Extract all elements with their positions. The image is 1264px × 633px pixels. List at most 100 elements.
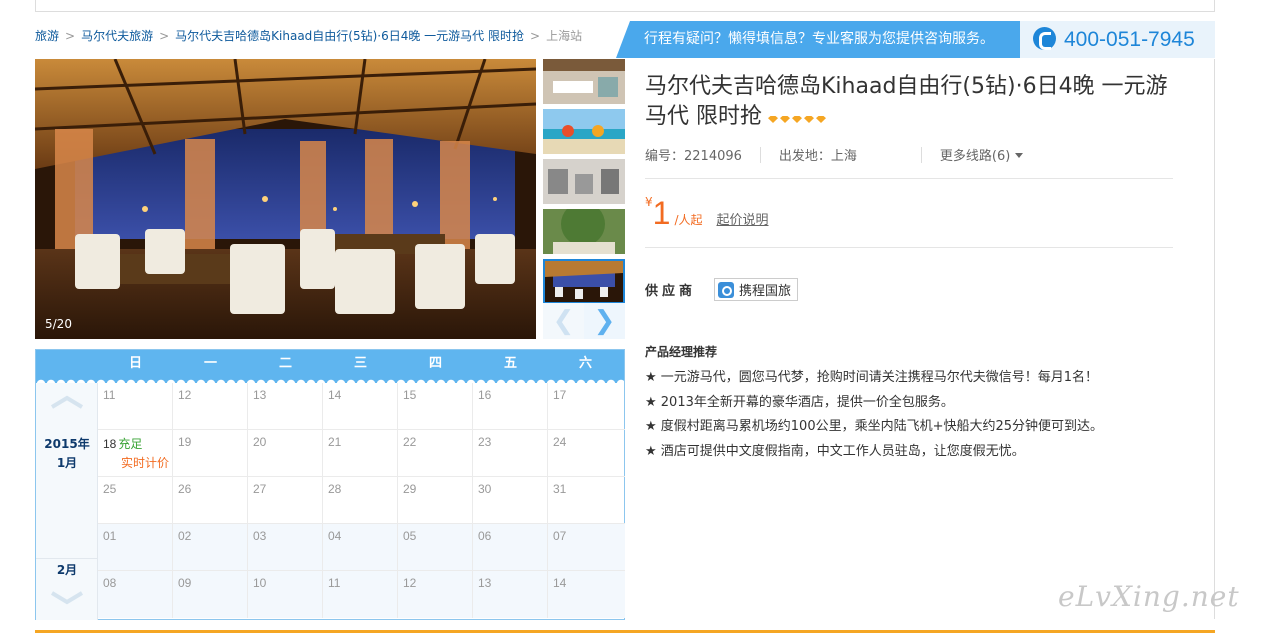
price-unit: /人起 [674,213,703,227]
calendar-grid: 11 12 13 14 15 16 17 18 充足 实时计价 19 20 21 2… [98,383,625,618]
price-block: ¥1/人起 起价说明 [645,195,769,231]
departure-city: 出发地：上海 [778,149,857,164]
calendar-day: 25 [98,477,173,523]
recommend-item: ★ 一元游马代，圆您马代梦，抢购时间请关注携程马尔代夫微信号！每月1名！ [645,370,1099,385]
breadcrumb-travel[interactable]: 旅游 [35,29,59,43]
calendar-day: 03 [248,524,323,570]
month-label-jan: 2015年 1月 [44,437,90,470]
thumbnail-3[interactable] [543,159,625,204]
calendar-day: 04 [323,524,398,570]
thumbnail-strip [543,59,625,309]
room-thumbnail [543,59,625,104]
calendar-day: 21 [323,430,398,476]
calendar-day: 17 [553,388,567,402]
more-routes-dropdown[interactable]: 更多线路(6) [940,145,1024,164]
calendar-day: 01 [98,524,173,570]
service-phone: 400-051-7945 [1020,21,1215,58]
thumbnail-5[interactable] [543,259,625,304]
recommend-item: ★ 度假村距离马累机场约100公里，乘坐内陆飞机+快船大约25分钟便可到达。 [645,419,1104,434]
availability-status: 充足 [118,437,143,451]
calendar-day: 08 [98,571,173,618]
garden-thumbnail [543,209,625,254]
currency-symbol: ¥ [645,195,653,209]
price-value: 1 [652,195,671,231]
breadcrumb-separator: > [159,29,170,43]
thumbnail-1[interactable] [543,59,625,104]
beach-thumbnail [543,109,625,154]
calendar-day: 05 [398,524,473,570]
calendar-week: 25 26 27 28 29 30 31 [98,477,625,524]
main-photo[interactable]: 5/20 [35,59,536,339]
diamond-rating-icon [768,102,828,132]
calendar-day: 31 [553,482,567,496]
photo-counter: 5/20 [45,317,72,331]
calendar-week: 01 02 03 04 05 06 07 [98,524,625,571]
product-code: 编号：2214096 [645,149,742,164]
calendar-day: 27 [248,477,323,523]
chevron-left-icon[interactable]: ❮ [543,303,584,339]
chevron-right-icon[interactable]: ❯ [584,303,625,339]
breadcrumb-current: 上海站 [546,29,583,43]
top-frame [35,0,1215,12]
breadcrumb-product[interactable]: 马尔代夫吉哈德岛Kihaad自由行(5钻)·6日4晚 一元游马代 限时抢 [175,29,524,43]
calendar-day: 22 [398,430,473,476]
calendar-day: 12 [398,571,473,618]
calendar-day: 06 [473,524,548,570]
calendar-day: 26 [173,477,248,523]
departure-calendar: 日 一 二 三 四 五 六 2015年 1月 2月 11 12 13 14 15 … [35,349,625,620]
divider [645,178,1173,179]
recommend-item: ★ 2013年全新开幕的豪华酒店，提供一价全包服务。 [645,394,954,410]
calendar-day: 09 [173,571,248,618]
calendar-week: 11 12 13 14 15 16 17 [98,383,625,430]
realtime-price-label: 实时计价 [121,456,170,470]
calendar-day: 14 [323,383,398,429]
thumbnail-4[interactable] [543,209,625,254]
calendar-day: 13 [248,383,323,429]
restaurant-photo [35,59,536,339]
watermark: eLvXing.net [1058,580,1240,613]
calendar-day: 10 [248,571,323,618]
breadcrumb: 旅游 > 马尔代夫旅游 > 马尔代夫吉哈德岛Kihaad自由行(5钻)·6日4晚 一元游… [35,27,582,44]
calendar-day: 19 [173,430,248,476]
calendar-day: 07 [553,529,567,543]
calendar-day: 02 [173,524,248,570]
calendar-week: 18 充足 实时计价 19 20 21 22 23 24 [98,430,625,477]
breadcrumb-separator: > [530,29,541,43]
service-banner: 行程有疑问？懒得填信息？专业客服为您提供咨询服务。 400-051-7945 [616,21,1215,58]
breadcrumb-separator: > [65,29,76,43]
restaurant-thumbnail [545,261,623,302]
price-explain-link[interactable]: 起价说明 [716,213,768,228]
product-title-text: 马尔代夫吉哈德岛Kihaad自由行(5钻)·6日4晚 一元游马代 限时抢 [645,74,1168,129]
phone-number: 400-051-7945 [1064,28,1195,51]
chevron-up-icon[interactable] [50,395,84,409]
supplier-row: 供应商 携程国旅 [645,278,799,301]
phone-icon [1033,27,1056,50]
product-title: 马尔代夫吉哈德岛Kihaad自由行(5钻)·6日4晚 一元游马代 限时抢 [645,72,1175,132]
calendar-month-column: 2015年 1月 2月 [36,383,98,620]
calendar-day: 30 [473,477,548,523]
thumbnail-nav: ❮ ❯ [543,303,625,339]
calendar-day: 28 [323,477,398,523]
recommend-item: ★ 酒店可提供中文度假指南，中文工作人员驻岛，让您度假无忧。 [645,443,1025,459]
calendar-day: 11 [98,383,173,429]
ctrip-logo-icon [718,282,735,298]
calendar-day-available[interactable]: 18 充足 实时计价 [98,430,173,476]
calendar-day: 24 [553,435,567,449]
calendar-weekday-header: 日 一 二 三 四 五 六 [36,350,624,384]
product-panel [625,59,1215,619]
calendar-day: 20 [248,430,323,476]
calendar-day: 29 [398,477,473,523]
calendar-day: 14 [553,576,567,590]
divider [645,247,1173,248]
chevron-down-icon[interactable] [50,591,84,605]
recommend-heading: 产品经理推荐 [645,345,718,359]
calendar-day: 11 [323,571,398,618]
thumbnail-2[interactable] [543,109,625,154]
product-meta: 编号：2214096 出发地：上海 更多线路(6) [645,145,1024,164]
calendar-day: 16 [473,383,548,429]
breadcrumb-maldives[interactable]: 马尔代夫旅游 [81,29,153,43]
supplier-badge[interactable]: 携程国旅 [714,278,799,301]
calendar-day: 15 [398,383,473,429]
calendar-day: 13 [473,571,548,618]
month-label-feb: 2月 [56,563,78,577]
